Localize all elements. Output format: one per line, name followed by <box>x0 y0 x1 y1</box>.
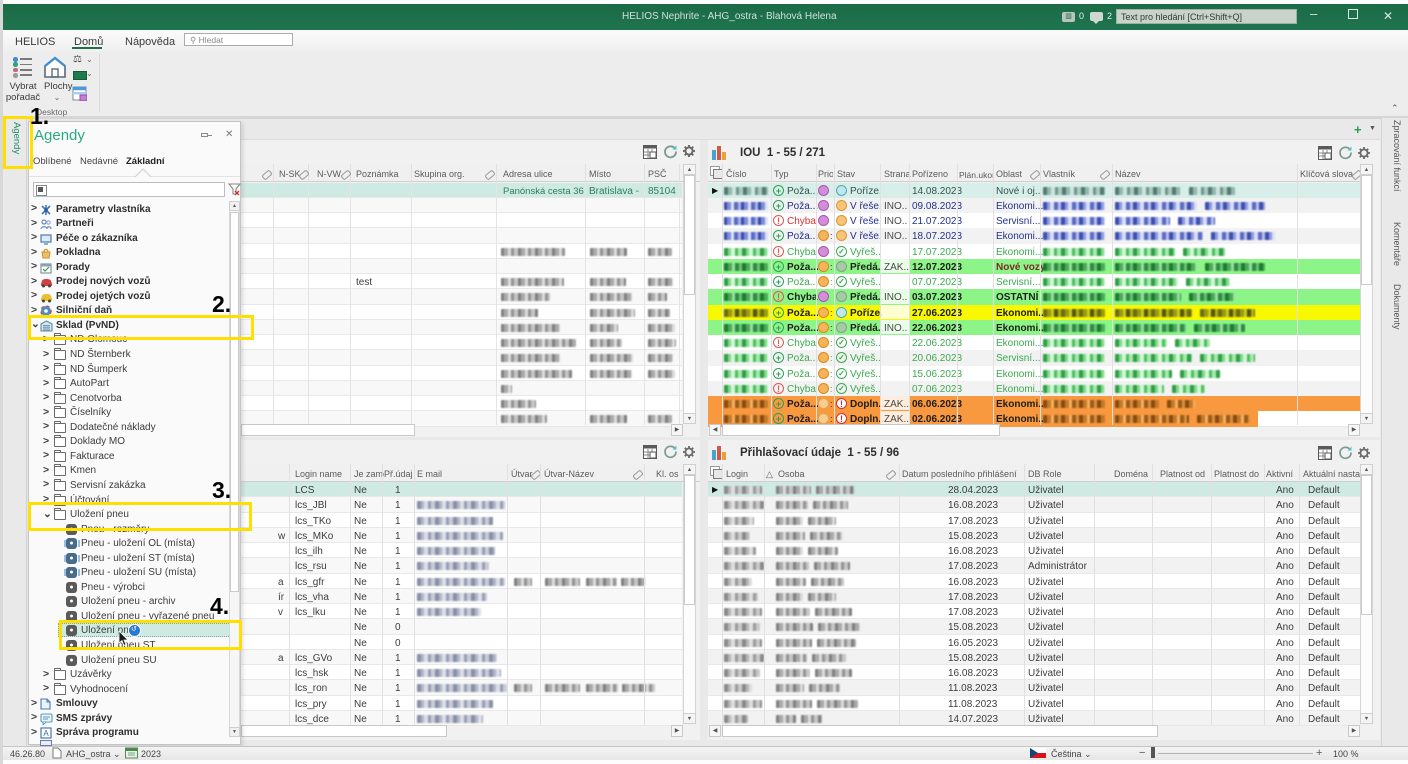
svg-text:A: A <box>43 729 49 738</box>
